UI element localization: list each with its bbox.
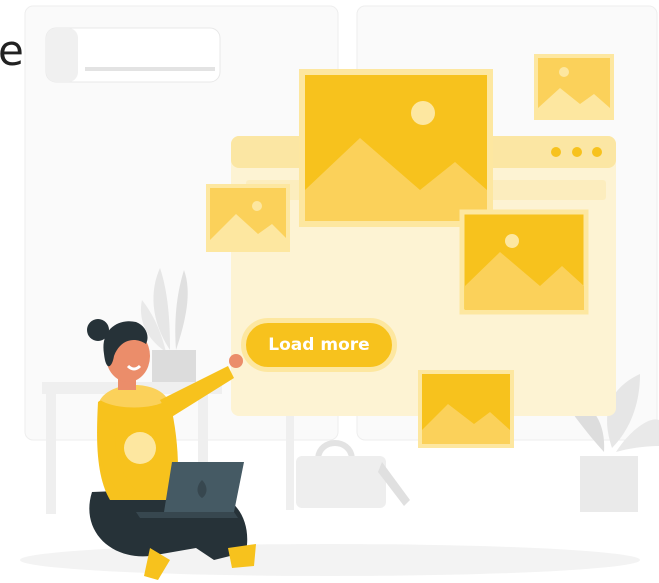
image-icon <box>206 184 290 252</box>
illustration <box>20 5 659 580</box>
floor-shadow <box>20 544 640 576</box>
window-dot <box>592 147 602 157</box>
bag-icon <box>296 440 410 508</box>
load-more-button[interactable]: Load more <box>241 318 397 372</box>
image-icon <box>299 69 493 227</box>
window-dot <box>551 147 561 157</box>
window-dot <box>572 147 582 157</box>
load-more-label: Load more <box>268 335 370 355</box>
cropped-text-char: e <box>0 26 24 75</box>
image-icon <box>418 370 514 448</box>
image-icon <box>534 54 614 120</box>
image-icon <box>459 209 589 315</box>
air-conditioner-icon <box>45 27 221 83</box>
